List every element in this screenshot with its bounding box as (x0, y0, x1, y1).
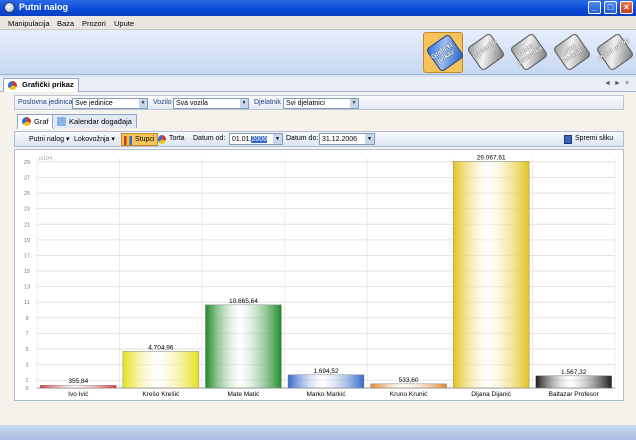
close-button[interactable]: × (620, 1, 633, 14)
y-tick-label: 5 (25, 347, 28, 353)
bar (452, 161, 530, 389)
bar-chart: 01357911131517192123252729(x10³)355,84Iv… (24, 154, 616, 398)
bar (40, 384, 117, 389)
x-tick-label: Kruno Krunić (390, 391, 428, 398)
y-tick-label: 15 (24, 269, 30, 275)
document-tabs: Grafički prikaz ◄ ► × (0, 77, 636, 92)
save-icon (564, 135, 572, 144)
y-tick-label: 17 (24, 253, 30, 259)
ribbon-graficki-prikaz-button[interactable]: Grafički prikaz (423, 32, 465, 73)
y-tick-label: 19 (24, 238, 30, 244)
calendar-icon (57, 117, 66, 126)
chevron-down-icon: ▼ (365, 134, 374, 144)
title-bar: Putni nalog _ □ × (0, 0, 636, 16)
main-panel: Poslovna jedinica Sve jedinice ▼ Vozilo S… (0, 92, 636, 440)
tab-prev-icon[interactable]: ◄ (604, 80, 611, 87)
filter-label-vozilo: Vozilo (153, 99, 172, 106)
tab-graf[interactable]: Graf (17, 114, 54, 129)
pie-chart-icon (22, 117, 31, 126)
filter-bar: Poslovna jedinica Sve jedinice ▼ Vozilo S… (14, 95, 624, 110)
spremi-sliku-button[interactable]: Spremi sliku (562, 133, 616, 146)
bar (122, 351, 200, 389)
x-tick-label: Krešo Krešić (142, 391, 180, 398)
y-tick-label: 1 (25, 378, 28, 384)
y-tick-label: 25 (24, 191, 30, 197)
y-tick-label: 3 (25, 363, 28, 369)
minimize-button[interactable]: _ (588, 1, 601, 14)
menu-baza[interactable]: Baza (57, 19, 74, 28)
chart-toolbar: Putni nalog ▾ Lokovožnja ▾ Stupci Torta … (14, 131, 624, 147)
chevron-down-icon: ▼ (139, 99, 147, 108)
y-tick-label: 11 (24, 300, 30, 306)
data-label: 10.665,64 (229, 298, 258, 305)
pie-chart-icon (158, 135, 166, 144)
doc-tab-graficki-prikaz[interactable]: Grafički prikaz (3, 78, 79, 92)
menu-manipulacija[interactable]: Manipulacija (8, 19, 50, 28)
pie-chart-icon (8, 81, 17, 90)
y-tick-label: 13 (24, 285, 30, 291)
menu-upute[interactable]: Upute (114, 19, 134, 28)
ribbon-loko-voznja-button[interactable]: Loko vožnja (551, 32, 592, 73)
menu-prozori[interactable]: Prozori (82, 19, 106, 28)
chevron-down-icon: ▼ (350, 99, 358, 108)
datum-od-input[interactable]: 01.01.2006 ▼ (229, 133, 283, 145)
ribbon-unos-podataka-button[interactable]: Unos podataka (508, 32, 549, 73)
torta-button[interactable]: Torta (156, 133, 188, 146)
datum-do-input[interactable]: 31.12.2006 ▼ (319, 133, 375, 145)
filter-label-jedinica: Poslovna jedinica (18, 99, 73, 106)
app-icon (4, 2, 15, 13)
tab-next-icon[interactable]: ► (614, 80, 621, 87)
tab-kalendar-dogadaja[interactable]: Kalendar događaja (52, 114, 137, 128)
bar (205, 304, 282, 389)
chart-area: 0 1 3 5 7 9 11 13 15 17 19 21 23 25 27 29 (x10³) 355,84 Iv… (14, 149, 624, 401)
bar-chart-icon (124, 136, 132, 145)
data-label: 355,84 (68, 378, 88, 385)
putni-nalog-dropdown[interactable]: Putni nalog ▾ (29, 135, 70, 143)
y-tick-label: 27 (24, 175, 30, 181)
stupci-button[interactable]: Stupci (121, 133, 159, 146)
ribbon: Grafički prikaz Općenito Unos podataka L… (0, 30, 636, 75)
y-axis-unit: (x10³) (39, 156, 52, 162)
status-bar (0, 425, 636, 440)
y-tick-label: 29 (24, 160, 30, 166)
data-label: 1.567,32 (561, 369, 587, 376)
y-tick-label: 9 (25, 316, 28, 322)
bar (287, 374, 365, 389)
y-tick-label: 21 (24, 222, 30, 228)
bar (370, 383, 447, 389)
chevron-down-icon: ▼ (240, 99, 248, 108)
data-label: 29.067,61 (477, 154, 506, 161)
chevron-down-icon: ▼ (273, 134, 282, 144)
x-tick-label: Ivo Ivić (68, 391, 89, 398)
poslovna-jedinica-select[interactable]: Sve jedinice ▼ (72, 98, 148, 109)
y-tick-label: 23 (24, 207, 30, 213)
bar (535, 375, 612, 389)
maximize-button[interactable]: □ (604, 1, 617, 14)
x-tick-label: Mate Matić (228, 391, 261, 398)
ribbon-opcenito-button[interactable]: Općenito (465, 32, 506, 73)
djelatnik-select[interactable]: Svi djelatnici ▼ (283, 98, 359, 109)
data-label: 1.694,52 (313, 368, 339, 375)
x-tick-label: Marko Markić (306, 391, 346, 398)
y-tick-label: 0 (25, 386, 28, 392)
filter-label-djelatnik: Djelatnik (254, 99, 281, 106)
ribbon-putni-nalog-button[interactable]: Putni nalog (594, 32, 635, 73)
lokovoznja-dropdown[interactable]: Lokovožnja ▾ (74, 135, 115, 143)
datum-od-label: Datum od: (193, 135, 226, 142)
menu-bar: Manipulacija Baza Prozori Upute (0, 16, 636, 30)
tab-close-icon[interactable]: × (625, 80, 629, 87)
data-label: 4.704,96 (148, 344, 174, 351)
window-title: Putni nalog (19, 2, 68, 12)
x-tick-label: Baltazar Profesor (549, 391, 600, 398)
y-tick-label: 7 (25, 331, 28, 337)
datum-do-label: Datum do: (286, 135, 319, 142)
vozilo-select[interactable]: Sva vozila ▼ (173, 98, 249, 109)
data-label: 533,60 (399, 377, 419, 384)
x-tick-label: Dijana Dijanić (471, 391, 511, 398)
